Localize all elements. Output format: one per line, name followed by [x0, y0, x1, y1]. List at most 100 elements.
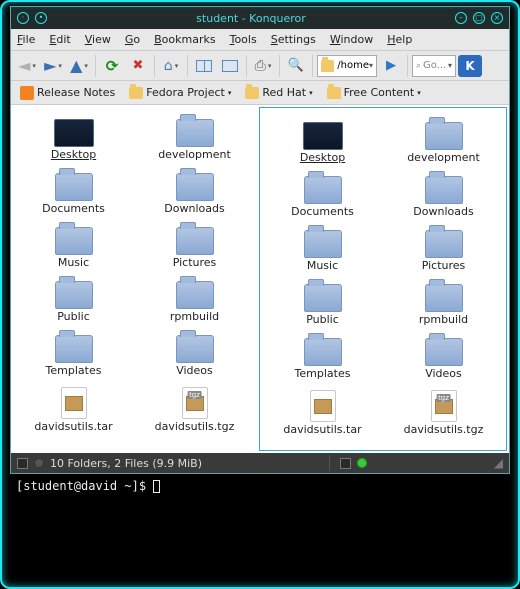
file-item[interactable]: rpmbuild: [140, 275, 250, 325]
titlebar[interactable]: · • student - Konqueror – ▢ ×: [11, 7, 509, 29]
file-item[interactable]: Music: [268, 224, 378, 274]
bookmarks-toolbar: Release Notes Fedora Project ▾ Red Hat ▾…: [11, 81, 509, 105]
view-split-button[interactable]: [192, 54, 216, 78]
konqueror-logo-icon[interactable]: K: [458, 55, 482, 77]
pin-icon[interactable]: •: [35, 12, 47, 24]
menu-view[interactable]: View: [85, 33, 111, 46]
file-item[interactable]: Public: [268, 278, 378, 328]
rss-icon: [20, 86, 34, 100]
menu-go[interactable]: Go: [125, 33, 140, 46]
file-item[interactable]: davidsutils.tar: [19, 383, 129, 435]
search-icon: 🔍: [288, 58, 304, 73]
maximize-icon[interactable]: ▢: [473, 12, 485, 24]
file-item[interactable]: Desktop: [19, 113, 129, 163]
file-item-label: Pictures: [173, 257, 217, 269]
file-item[interactable]: development: [140, 113, 250, 163]
archive-icon: [310, 390, 336, 422]
bookmark-fedora-project[interactable]: Fedora Project ▾: [124, 83, 236, 102]
print-button[interactable]: ⎙▾: [251, 54, 275, 78]
file-item[interactable]: Downloads: [389, 170, 499, 220]
file-item[interactable]: tgzdavidsutils.tgz: [389, 386, 499, 438]
folder-icon: [425, 176, 463, 204]
file-item[interactable]: Documents: [19, 167, 129, 217]
stop-icon: ✖: [133, 58, 144, 73]
file-item-label: Templates: [46, 365, 102, 377]
file-item[interactable]: Pictures: [389, 224, 499, 274]
menu-bookmarks[interactable]: Bookmarks: [154, 33, 215, 46]
desktop-icon: [303, 122, 343, 150]
menu-settings[interactable]: Settings: [271, 33, 316, 46]
folder-icon: [425, 284, 463, 312]
back-button[interactable]: ◄▾: [15, 54, 39, 78]
status-led-right: [357, 458, 367, 468]
link-checkbox-right[interactable]: [340, 458, 351, 469]
folder-icon: [304, 176, 342, 204]
bookmark-red-hat[interactable]: Red Hat ▾: [240, 83, 317, 102]
file-item-label: Templates: [295, 368, 351, 380]
home-button[interactable]: ⌂▾: [159, 54, 183, 78]
close-icon[interactable]: ×: [491, 12, 503, 24]
search-placeholder: Go...: [423, 60, 446, 71]
folder-icon: [55, 173, 93, 201]
file-item[interactable]: Music: [19, 221, 129, 271]
menu-window[interactable]: Window: [330, 33, 373, 46]
file-item[interactable]: Templates: [268, 332, 378, 382]
bookmark-release-notes[interactable]: Release Notes: [15, 83, 120, 103]
bookmark-free-content[interactable]: Free Content ▾: [322, 83, 426, 102]
file-item-label: Documents: [42, 203, 105, 215]
window-title: student - Konqueror: [47, 12, 455, 25]
link-checkbox-left[interactable]: [17, 458, 28, 469]
file-item[interactable]: Templates: [19, 329, 129, 379]
file-item[interactable]: rpmbuild: [389, 278, 499, 328]
folder-icon: [176, 281, 214, 309]
go-button[interactable]: ▶: [379, 54, 403, 78]
address-bar[interactable]: /home ▾: [317, 55, 377, 77]
menu-help[interactable]: Help: [387, 33, 412, 46]
address-value: /home: [337, 60, 369, 71]
file-item[interactable]: davidsutils.tar: [268, 386, 378, 438]
forward-button[interactable]: ►▾: [41, 54, 65, 78]
view-icons-button[interactable]: [218, 54, 242, 78]
search-box[interactable]: ⌕ Go... ▾: [412, 55, 456, 77]
file-item[interactable]: Desktop: [268, 116, 378, 166]
forward-icon: ►: [44, 56, 56, 75]
file-item[interactable]: tgzdavidsutils.tgz: [140, 383, 250, 435]
file-item[interactable]: Videos: [140, 329, 250, 379]
archive-icon: [61, 387, 87, 419]
menu-file[interactable]: File: [17, 33, 35, 46]
up-button[interactable]: ▲▾: [67, 54, 91, 78]
file-item-label: development: [158, 149, 231, 161]
right-pane[interactable]: Desktop development DocumentsDownloadsMusi…: [259, 107, 507, 451]
stop-button[interactable]: ✖: [126, 54, 150, 78]
status-led-left: [34, 458, 44, 468]
menu-edit[interactable]: Edit: [49, 33, 70, 46]
find-button[interactable]: 🔍: [284, 54, 308, 78]
menu-tools[interactable]: Tools: [230, 33, 257, 46]
file-item-label: Pictures: [422, 260, 466, 272]
file-item[interactable]: Downloads: [140, 167, 250, 217]
toolbar: ◄▾ ►▾ ▲▾ ⟳ ✖ ⌂▾ ⎙▾ 🔍 /home ▾ ▶ ⌕ Go... ▾…: [11, 51, 509, 81]
file-item-label: Public: [306, 314, 339, 326]
folder-icon: [304, 284, 342, 312]
home-icon: ⌂: [164, 58, 173, 74]
file-item-label: development: [407, 152, 480, 164]
reload-icon: ⟳: [106, 57, 119, 75]
folder-icon: [55, 335, 93, 363]
file-item[interactable]: Public: [19, 275, 129, 325]
reload-button[interactable]: ⟳: [100, 54, 124, 78]
file-item-label: davidsutils.tar: [34, 421, 112, 433]
file-item[interactable]: development: [389, 116, 499, 166]
file-item[interactable]: Videos: [389, 332, 499, 382]
resize-grip-icon[interactable]: ◢: [494, 456, 503, 470]
folder-icon: [245, 87, 259, 99]
terminal[interactable]: [student@david ~]$: [10, 476, 510, 581]
folder-icon: [129, 87, 143, 99]
left-pane[interactable]: Desktop development Documents DownloadsMusi…: [11, 105, 257, 453]
file-item[interactable]: Pictures: [140, 221, 250, 271]
folder-icon: [425, 230, 463, 258]
file-item-label: davidsutils.tgz: [155, 421, 235, 433]
window-menu-icon[interactable]: ·: [17, 12, 29, 24]
file-item[interactable]: Documents: [268, 170, 378, 220]
file-item-label: rpmbuild: [419, 314, 468, 326]
minimize-icon[interactable]: –: [455, 12, 467, 24]
